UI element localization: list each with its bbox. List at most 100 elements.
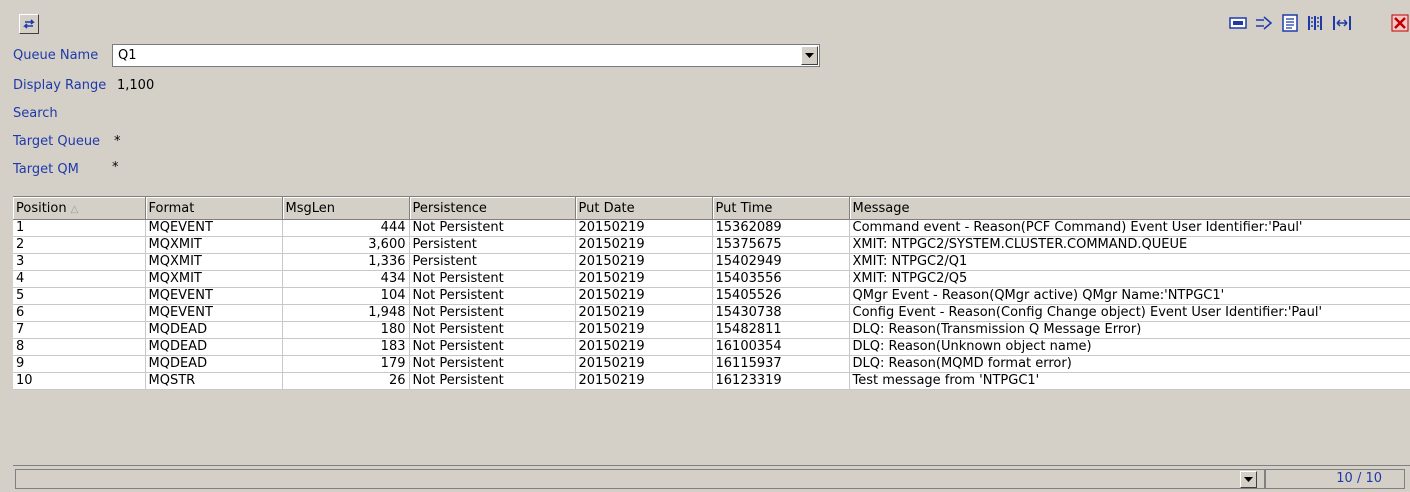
column-header-persistence[interactable]: Persistence: [409, 197, 576, 220]
cell-put-date[interactable]: 20150219: [575, 270, 713, 288]
forward-button[interactable]: [1253, 12, 1275, 34]
cell-format[interactable]: MQSTR: [145, 372, 283, 390]
cell-persistence[interactable]: Not Persistent: [409, 372, 576, 390]
column-header-put-date[interactable]: Put Date: [575, 197, 713, 220]
cell-position[interactable]: 6: [13, 304, 146, 322]
cell-msglen[interactable]: 3,600: [282, 236, 410, 254]
cell-put-time[interactable]: 16100354: [712, 338, 850, 356]
cell-format[interactable]: MQXMIT: [145, 270, 283, 288]
table-row[interactable]: 10 MQSTR 26 Not Persistent 20150219 16123319 T…: [13, 372, 1410, 390]
cell-put-date[interactable]: 20150219: [575, 253, 713, 271]
column-header-message[interactable]: Message: [849, 197, 1410, 220]
status-dropdown-button[interactable]: [1240, 471, 1257, 488]
cell-msglen[interactable]: 444: [282, 219, 410, 237]
cell-put-time[interactable]: 15482811: [712, 321, 850, 339]
table-row[interactable]: 7 MQDEAD 180 Not Persistent 20150219 15482811…: [13, 321, 1410, 339]
table-row[interactable]: 5 MQEVENT 104 Not Persistent 20150219 1540552…: [13, 287, 1410, 305]
cell-format[interactable]: MQXMIT: [145, 236, 283, 254]
target-queue-value[interactable]: *: [114, 134, 121, 149]
cell-put-time[interactable]: 16123319: [712, 372, 850, 390]
cell-message[interactable]: DLQ: Reason(Transmission Q Message Error…: [849, 321, 1410, 339]
cell-put-date[interactable]: 20150219: [575, 304, 713, 322]
cell-position[interactable]: 8: [13, 338, 146, 356]
cell-put-date[interactable]: 20150219: [575, 372, 713, 390]
cell-put-date[interactable]: 20150219: [575, 321, 713, 339]
target-qm-value[interactable]: *: [112, 160, 119, 175]
cell-position[interactable]: 3: [13, 253, 146, 271]
cell-persistence[interactable]: Not Persistent: [409, 355, 576, 373]
close-button[interactable]: [1390, 12, 1410, 34]
table-row[interactable]: 6 MQEVENT 1,948 Not Persistent 20150219 15430…: [13, 304, 1410, 322]
table-row[interactable]: 2 MQXMIT 3,600 Persistent 20150219 15375675 XM…: [13, 236, 1410, 254]
cell-persistence[interactable]: Not Persistent: [409, 287, 576, 305]
cell-msglen[interactable]: 183: [282, 338, 410, 356]
cell-msglen[interactable]: 26: [282, 372, 410, 390]
cell-put-time[interactable]: 15362089: [712, 219, 850, 237]
cell-persistence[interactable]: Not Persistent: [409, 338, 576, 356]
cell-message[interactable]: XMIT: NTPGC2/SYSTEM.CLUSTER.COMMAND.QUEU…: [849, 236, 1410, 254]
column-header-format[interactable]: Format: [145, 197, 283, 220]
cell-put-date[interactable]: 20150219: [575, 287, 713, 305]
cell-format[interactable]: MQXMIT: [145, 253, 283, 271]
columns-button[interactable]: [1305, 12, 1327, 34]
column-header-put-time[interactable]: Put Time: [712, 197, 850, 220]
queue-name-combobox[interactable]: Q1: [112, 44, 820, 67]
cell-message[interactable]: XMIT: NTPGC2/Q1: [849, 253, 1410, 271]
cell-position[interactable]: 1: [13, 219, 146, 237]
cell-position[interactable]: 4: [13, 270, 146, 288]
queue-name-dropdown-button[interactable]: [801, 46, 818, 65]
cell-format[interactable]: MQEVENT: [145, 304, 283, 322]
cell-put-time[interactable]: 15375675: [712, 236, 850, 254]
cell-message[interactable]: Test message from 'NTPGC1': [849, 372, 1410, 390]
column-header-position[interactable]: Position △: [13, 197, 146, 220]
cell-put-time[interactable]: 15403556: [712, 270, 850, 288]
cell-put-time[interactable]: 15402949: [712, 253, 850, 271]
cell-message[interactable]: DLQ: Reason(Unknown object name): [849, 338, 1410, 356]
cell-position[interactable]: 2: [13, 236, 146, 254]
cell-format[interactable]: MQDEAD: [145, 355, 283, 373]
cell-put-date[interactable]: 20150219: [575, 338, 713, 356]
cell-position[interactable]: 7: [13, 321, 146, 339]
cell-msglen[interactable]: 104: [282, 287, 410, 305]
fit-width-button[interactable]: [1331, 12, 1353, 34]
table-row[interactable]: 4 MQXMIT 434 Not Persistent 20150219 15403556…: [13, 270, 1410, 288]
cell-put-date[interactable]: 20150219: [575, 236, 713, 254]
cell-put-date[interactable]: 20150219: [575, 355, 713, 373]
cell-format[interactable]: MQEVENT: [145, 219, 283, 237]
cell-put-date[interactable]: 20150219: [575, 219, 713, 237]
cell-format[interactable]: MQDEAD: [145, 321, 283, 339]
cell-persistence[interactable]: Not Persistent: [409, 219, 576, 237]
cell-persistence[interactable]: Not Persistent: [409, 304, 576, 322]
cell-msglen[interactable]: 179: [282, 355, 410, 373]
display-range-value[interactable]: 1,100: [117, 78, 154, 93]
cell-msglen[interactable]: 180: [282, 321, 410, 339]
table-row[interactable]: 8 MQDEAD 183 Not Persistent 20150219 16100354…: [13, 338, 1410, 356]
cell-position[interactable]: 5: [13, 287, 146, 305]
cell-message[interactable]: Config Event - Reason(Config Change obje…: [849, 304, 1410, 322]
cell-message[interactable]: Command event - Reason(PCF Command) Even…: [849, 219, 1410, 237]
cell-msglen[interactable]: 434: [282, 270, 410, 288]
cell-persistence[interactable]: Not Persistent: [409, 270, 576, 288]
cell-put-time[interactable]: 15405526: [712, 287, 850, 305]
table-row[interactable]: 1 MQEVENT 444 Not Persistent 20150219 1536208…: [13, 219, 1410, 237]
queue-name-value[interactable]: Q1: [118, 48, 137, 63]
refresh-button[interactable]: [19, 14, 39, 34]
cell-message[interactable]: XMIT: NTPGC2/Q5: [849, 270, 1410, 288]
cell-format[interactable]: MQEVENT: [145, 287, 283, 305]
cell-msglen[interactable]: 1,336: [282, 253, 410, 271]
cell-format[interactable]: MQDEAD: [145, 338, 283, 356]
cell-position[interactable]: 9: [13, 355, 146, 373]
table-row[interactable]: 9 MQDEAD 179 Not Persistent 20150219 16115937…: [13, 355, 1410, 373]
cell-put-time[interactable]: 16115937: [712, 355, 850, 373]
cell-persistence[interactable]: Persistent: [409, 236, 576, 254]
text-view-button[interactable]: [1279, 12, 1301, 34]
cell-persistence[interactable]: Persistent: [409, 253, 576, 271]
table-row[interactable]: 3 MQXMIT 1,336 Persistent 20150219 15402949 XM…: [13, 253, 1410, 271]
cell-persistence[interactable]: Not Persistent: [409, 321, 576, 339]
cell-message[interactable]: DLQ: Reason(MQMD format error): [849, 355, 1410, 373]
cell-put-time[interactable]: 15430738: [712, 304, 850, 322]
cell-message[interactable]: QMgr Event - Reason(QMgr active) QMgr Na…: [849, 287, 1410, 305]
cell-msglen[interactable]: 1,948: [282, 304, 410, 322]
cell-position[interactable]: 10: [13, 372, 146, 390]
column-header-msglen[interactable]: MsgLen: [282, 197, 410, 220]
